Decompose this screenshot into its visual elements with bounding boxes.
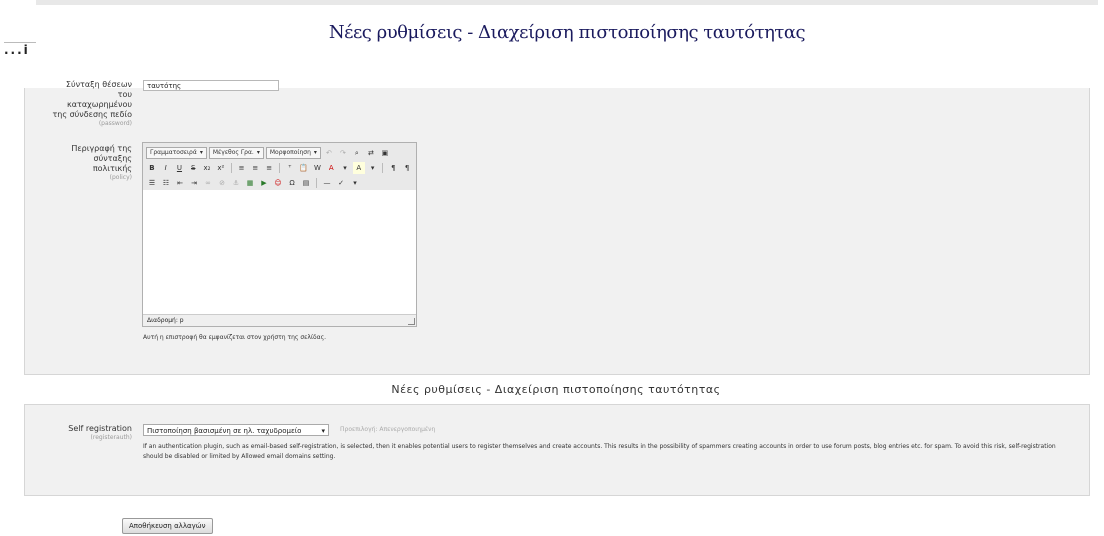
side-tab[interactable]: ...i [4,42,36,61]
toolbar-divider [382,163,384,173]
field-selfreg-label-text: Self registration [68,424,132,433]
fullscreen-icon[interactable]: ▣ [379,147,391,159]
special-char-icon[interactable]: Ω [286,177,298,189]
format-label: Μορφοποίηση [269,149,311,156]
chevron-down-icon: ▾ [321,427,325,435]
self-registration-description: If an authentication plugin, such as ema… [143,443,1056,460]
chevron-down-icon[interactable]: ▾ [367,162,379,174]
replace-icon[interactable]: ⇄ [365,147,377,159]
toolbar-divider [279,163,280,173]
align-right-icon[interactable]: ≡ [263,162,275,174]
font-size-label: Μέγεθος Γρα. [212,149,254,156]
find-icon[interactable]: ⌕ [351,147,363,159]
editor-path: Διαδρομή: p [147,317,184,324]
editor-toolbar: Γραμματοσειρά ▾ Μέγεθος Γρα. ▾ Μορφοποίη… [143,143,416,194]
field-selfreg-label: Self registration (registerauth) [52,424,132,442]
clear-format-icon[interactable]: ᵀ [284,162,296,174]
editor-status-bar: Διαδρομή: p [143,314,416,326]
superscript-icon[interactable]: x² [215,162,227,174]
field-policy-label-text: Περιγραφή της σύνταξης πολιτικής [71,144,132,173]
editor-help-text: Αυτή η επιστροφή θα εμφανίζεται στον χρή… [143,334,327,341]
strikethrough-icon[interactable]: S [187,162,199,174]
field-policy-sub: (policy) [109,174,132,181]
paste-text-icon[interactable]: 📋 [298,162,310,174]
field-password-sub: (password) [98,120,132,127]
spellcheck-icon[interactable]: ✓ [335,177,347,189]
text-color-icon[interactable]: A [325,162,337,174]
align-left-icon[interactable]: ≡ [236,162,248,174]
font-size-select[interactable]: Μέγεθος Γρα. ▾ [208,147,264,159]
font-family-select[interactable]: Γραμματοσειρά ▾ [146,147,207,159]
section-heading: Νέες ρυθμίσεις - Διαχείριση πιστοποίησης… [391,383,721,396]
field-password-label-text: Σύνταξη θέσεων του καταχωρημένου της σύν… [52,80,132,119]
align-center-icon[interactable]: ≡ [249,162,261,174]
bullet-list-icon[interactable]: ☰ [146,177,158,189]
image-icon[interactable]: ▦ [244,177,256,189]
chevron-down-icon: ▾ [313,149,317,156]
default-value-note: Προεπιλογή: Απενεργοποιημένη [340,426,436,433]
underline-icon[interactable]: U [174,162,186,174]
media-icon[interactable]: ▶ [258,177,270,189]
page-title: Νέες ρυθμίσεις - Διαχείριση πιστοποίησης… [328,22,806,43]
subscript-icon[interactable]: x₂ [201,162,213,174]
rtl-icon[interactable]: ¶ [401,162,413,174]
chevron-down-icon: ▾ [199,149,203,156]
save-changes-button[interactable]: Αποθήκευση αλλαγών [122,518,213,534]
editor-content-area[interactable] [143,190,416,314]
unlink-icon[interactable]: ⊘ [216,177,228,189]
anchor-icon[interactable]: ⚓ [230,177,242,189]
password-field-input[interactable]: ταυτότης [143,80,279,91]
chevron-down-icon[interactable]: ▾ [349,177,361,189]
numbered-list-icon[interactable]: ☷ [160,177,172,189]
emoticon-icon[interactable]: ☺ [272,177,284,189]
toolbar-row-1: Γραμματοσειρά ▾ Μέγεθος Γρα. ▾ Μορφοποίη… [146,146,413,160]
ltr-icon[interactable]: ¶ [387,162,399,174]
font-family-label: Γραμματοσειρά [150,149,197,156]
format-select[interactable]: Μορφοποίηση ▾ [265,147,321,159]
italic-icon[interactable]: I [160,162,172,174]
field-password-label: Σύνταξη θέσεων του καταχωρημένου της σύν… [52,80,132,128]
toolbar-divider [316,178,317,188]
bold-icon[interactable]: B [146,162,158,174]
field-policy-label: Περιγραφή της σύνταξης πολιτικής (policy… [52,144,132,182]
redo-icon[interactable]: ↷ [337,147,349,159]
field-selfreg-sub: (registerauth) [90,434,132,441]
horizontal-rule-icon[interactable]: — [321,177,333,189]
paste-word-icon[interactable]: W [312,162,324,174]
undo-icon[interactable]: ↶ [323,147,335,159]
toolbar-row-2: B I U S x₂ x² ≡ ≡ ≡ ᵀ 📋 W A ▾ A ▾ ¶ ¶ [146,161,413,175]
self-registration-selected: Πιστοποίηση βασισμένη σε ηλ. ταχυδρομείο [147,427,302,435]
self-registration-select[interactable]: Πιστοποίηση βασισμένη σε ηλ. ταχυδρομείο… [143,424,329,436]
top-strip [36,0,1098,5]
indent-icon[interactable]: ⇥ [188,177,200,189]
rich-text-editor[interactable]: Γραμματοσειρά ▾ Μέγεθος Γρα. ▾ Μορφοποίη… [142,142,417,327]
outdent-icon[interactable]: ⇤ [174,177,186,189]
resize-handle-icon[interactable] [408,318,415,325]
table-icon[interactable]: ▤ [300,177,312,189]
highlight-icon[interactable]: A [352,162,365,174]
link-icon[interactable]: ∞ [202,177,214,189]
toolbar-divider [230,163,232,173]
toolbar-row-3: ☰ ☷ ⇤ ⇥ ∞ ⊘ ⚓ ▦ ▶ ☺ Ω ▤ — ✓ ▾ [146,176,413,190]
background-color-icon[interactable]: ▾ [339,162,351,174]
chevron-down-icon: ▾ [256,149,260,156]
